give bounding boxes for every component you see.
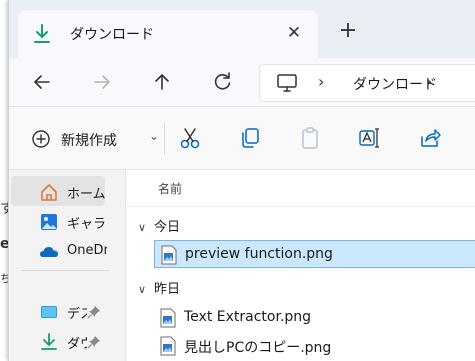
tab-bar: ダウンロード ✕ + (9, 0, 475, 58)
sidebar-scrollbar[interactable] (109, 170, 126, 361)
share-icon (421, 129, 441, 147)
this-pc-icon[interactable] (276, 73, 298, 93)
image-file-icon (161, 245, 177, 265)
close-tab-icon[interactable]: ✕ (284, 23, 304, 43)
image-file-icon (160, 336, 176, 356)
arrow-left-icon (34, 75, 50, 89)
plus-circle-icon (31, 129, 51, 149)
pin-icon[interactable] (87, 334, 101, 349)
cut-button[interactable] (177, 125, 203, 151)
up-button[interactable] (146, 66, 178, 98)
onedrive-icon (39, 242, 59, 262)
sidebar-item-label: OneDrive (67, 243, 107, 258)
home-icon (39, 182, 59, 202)
sidebar-item-downloads[interactable]: ダウンロード (11, 326, 105, 356)
arrow-right-icon (94, 75, 110, 89)
command-bar: 新規作成 ⌄ (9, 107, 475, 169)
tab-downloads[interactable]: ダウンロード ✕ (18, 10, 318, 58)
column-header-name[interactable]: 名前 (158, 180, 182, 197)
refresh-icon (214, 72, 231, 90)
group-label: 昨日 (154, 282, 181, 297)
file-name: 見出しPCのコピー.png (184, 340, 332, 356)
breadcrumb-separator[interactable]: › (426, 72, 432, 91)
copy-button[interactable] (237, 125, 263, 151)
file-name: preview function.png (185, 246, 333, 262)
rename-icon (359, 128, 379, 148)
group-header-yesterday[interactable]: ∨ 昨日 (138, 278, 180, 297)
breadcrumb-downloads[interactable]: ダウンロード (353, 74, 437, 94)
navigation-pane: ホーム ギャラリー OneDrive (9, 170, 109, 361)
new-button-label: 新規作成 (61, 133, 117, 149)
sidebar-item-label: ギャラリー (67, 217, 107, 232)
back-button[interactable] (26, 66, 58, 98)
chevron-down-icon: ∨ (138, 283, 147, 296)
list-item[interactable]: 見出しPCのコピー.png (154, 332, 475, 360)
file-explorer-window: ダウンロード ✕ + › ダウンロード › 新規作成 ⌄ ホーム ギャラ One… (8, 0, 475, 361)
toolbar-separator (164, 123, 165, 155)
scissors-icon (180, 128, 200, 149)
copy-icon (242, 128, 259, 148)
new-tab-button[interactable]: + (337, 20, 359, 42)
list-item[interactable]: preview function.png (154, 240, 475, 268)
chevron-down-icon: ∨ (138, 221, 147, 234)
list-item[interactable]: Text Extractor.png (154, 304, 475, 332)
gallery-icon (39, 212, 59, 232)
sidebar-item-home[interactable]: ホーム (11, 176, 106, 206)
sidebar-item-label: ホーム (67, 187, 106, 202)
image-file-icon (160, 308, 176, 328)
address-bar[interactable]: › ダウンロード › (259, 64, 475, 102)
breadcrumb-separator[interactable]: › (318, 72, 324, 91)
sidebar-divider (21, 270, 109, 271)
paste-button[interactable] (297, 125, 323, 151)
sidebar-item-onedrive[interactable]: OneDrive (11, 236, 107, 266)
divider (126, 206, 475, 207)
clipboard-icon (302, 127, 318, 149)
tab-title: ダウンロード (70, 27, 154, 43)
sidebar-item-label: デスクトップ (67, 307, 87, 322)
download-icon (39, 332, 59, 352)
forward-button[interactable] (86, 66, 118, 98)
arrow-up-icon (155, 74, 169, 90)
navigation-bar: › ダウンロード › (9, 58, 475, 106)
new-button[interactable]: 新規作成 ⌄ (31, 125, 161, 153)
rename-button[interactable] (357, 125, 383, 151)
sidebar-item-desktop[interactable]: デスクトップ (11, 296, 105, 326)
pin-icon[interactable] (87, 304, 101, 319)
file-list: 名前 ∨ 今日 preview function.png ∨ 昨日 Text E… (126, 170, 475, 361)
group-label: 今日 (154, 220, 181, 235)
sidebar-item-label: ダウンロード (67, 337, 87, 352)
download-icon (32, 23, 52, 45)
chevron-down-icon: ⌄ (149, 129, 160, 143)
share-button[interactable] (417, 125, 443, 151)
refresh-button[interactable] (207, 66, 239, 98)
sidebar-item-gallery[interactable]: ギャラリー (11, 206, 107, 236)
desktop-icon (39, 302, 59, 322)
group-header-today[interactable]: ∨ 今日 (138, 216, 180, 235)
file-name: Text Extractor.png (184, 309, 312, 325)
